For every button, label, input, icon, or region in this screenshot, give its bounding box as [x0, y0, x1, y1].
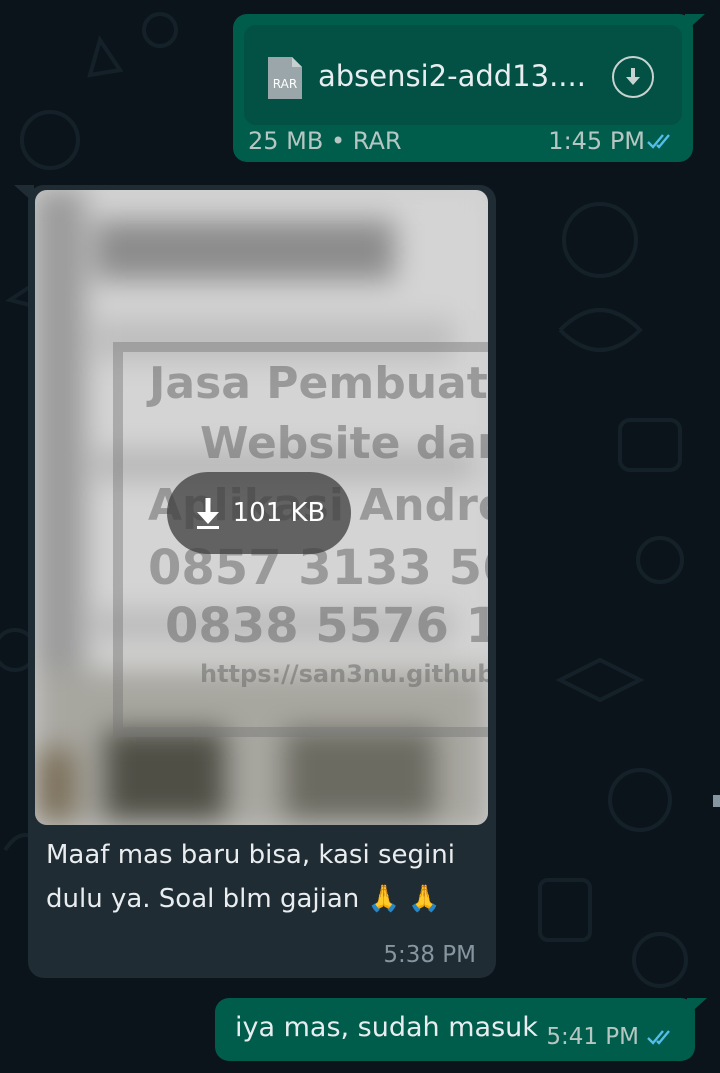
bubble-tail	[687, 998, 707, 1016]
watermark-line-1: Jasa Pembuatan	[149, 358, 488, 409]
download-button[interactable]	[612, 56, 654, 98]
watermark-line-5: 0838 5576 155	[165, 598, 488, 654]
image-thumbnail[interactable]: Jasa Pembuatan Website dan Aplikasi Andr…	[35, 190, 488, 825]
message-time: 5:38 PM	[383, 942, 476, 968]
download-icon	[626, 68, 640, 85]
scroll-indicator[interactable]	[713, 795, 720, 807]
rar-file-icon: RAR	[266, 55, 304, 101]
file-meta: 25 MB • RAR	[248, 127, 402, 155]
watermark-line-2: Website dan	[200, 418, 488, 469]
file-card[interactable]: RAR absensi2-add13....	[244, 25, 682, 125]
bubble-tail	[685, 14, 705, 32]
double-check-icon	[647, 1030, 670, 1045]
message-caption: Maaf mas baru bisa, kasi segini dulu ya.…	[46, 833, 486, 921]
outgoing-text-message[interactable]: iya mas, sudah masuk 5:41 PM	[215, 998, 707, 1061]
message-time: 5:41 PM	[546, 1024, 639, 1050]
download-arrow-icon	[196, 498, 219, 529]
image-download-button[interactable]: 101 KB	[167, 472, 351, 554]
message-text: iya mas, sudah masuk	[235, 1012, 538, 1043]
image-size-label: 101 KB	[232, 498, 326, 528]
watermark-line-6: https://san3nu.github.io	[200, 660, 488, 688]
caption-line-2: dulu ya. Soal blm gajian 🙏 🙏	[46, 884, 441, 914]
bubble-tail	[14, 185, 34, 203]
outgoing-file-message[interactable]: RAR absensi2-add13.... 25 MB • RAR 1:45 …	[233, 14, 705, 162]
file-type-label: RAR	[272, 77, 298, 91]
message-time: 1:45 PM	[548, 127, 645, 155]
incoming-image-message[interactable]: Jasa Pembuatan Website dan Aplikasi Andr…	[14, 185, 496, 978]
file-name: absensi2-add13....	[318, 59, 586, 93]
caption-line-1: Maaf mas baru bisa, kasi segini	[46, 840, 455, 870]
double-check-icon	[647, 134, 670, 149]
